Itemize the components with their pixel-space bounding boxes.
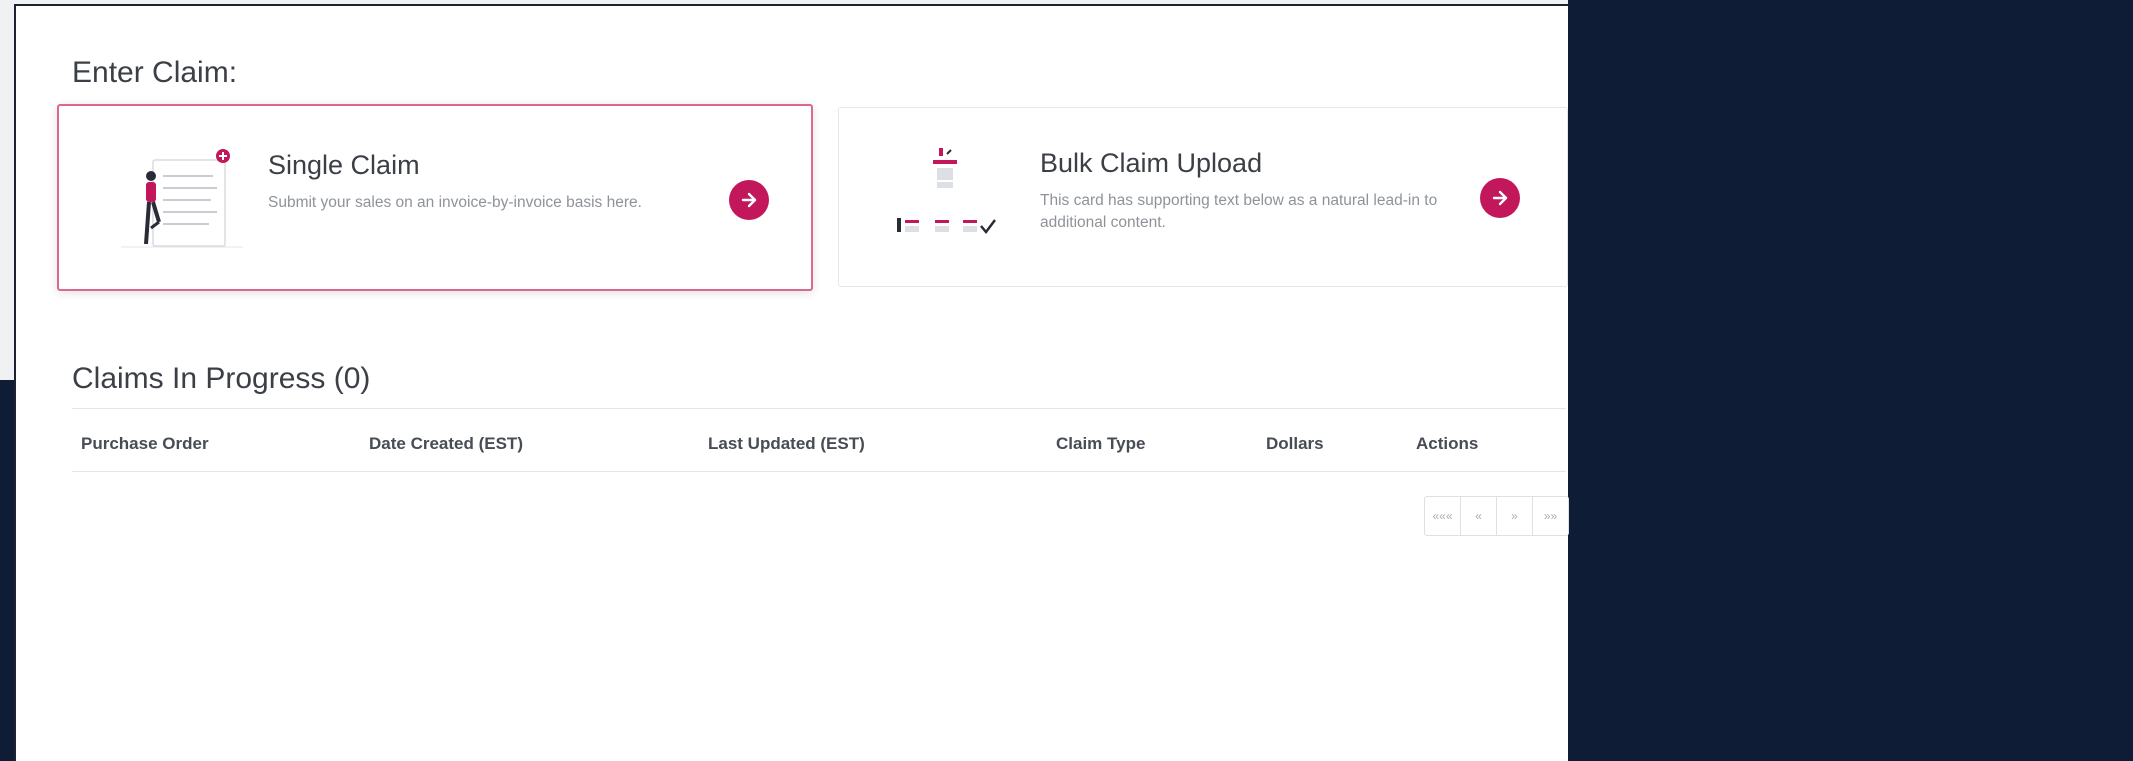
single-claim-title: Single Claim (268, 150, 420, 180)
bulk-claim-arrow-button[interactable] (1480, 178, 1520, 218)
table-top-divider (72, 408, 1566, 409)
pagination-next-button[interactable]: » (1497, 497, 1533, 535)
table-header-divider (72, 471, 1566, 472)
claims-panel: Enter Claim: Single Claim Submit your sa… (14, 4, 1569, 761)
column-header-claim-type[interactable]: Claim Type (1056, 434, 1145, 454)
pagination-last-button[interactable]: »» (1533, 497, 1568, 535)
arrow-right-icon (1492, 190, 1508, 206)
claims-in-progress-heading: Claims In Progress (0) (72, 362, 371, 395)
bulk-claim-upload-card[interactable]: Bulk Claim Upload This card has supporti… (838, 107, 1568, 287)
column-header-date-created[interactable]: Date Created (EST) (369, 434, 523, 454)
right-dark-strip (1568, 0, 2133, 761)
arrow-right-icon (741, 192, 757, 208)
single-claim-arrow-button[interactable] (729, 180, 769, 220)
pagination: ««« « » »» (1424, 496, 1569, 536)
column-header-dollars[interactable]: Dollars (1266, 434, 1324, 454)
single-claim-illustration (121, 149, 243, 248)
pagination-first-button[interactable]: ««« (1425, 497, 1461, 535)
enter-claim-heading: Enter Claim: (72, 56, 238, 89)
single-claim-card[interactable]: Single Claim Submit your sales on an inv… (57, 104, 813, 291)
column-header-purchase-order[interactable]: Purchase Order (81, 434, 209, 454)
pagination-prev-button[interactable]: « (1461, 497, 1497, 535)
single-claim-description: Submit your sales on an invoice-by-invoi… (268, 194, 642, 211)
bulk-claim-description: This card has supporting text below as a… (1040, 192, 1438, 231)
bulk-claim-illustration (897, 148, 996, 235)
column-header-last-updated[interactable]: Last Updated (EST) (708, 434, 865, 454)
bulk-claim-title: Bulk Claim Upload (1040, 148, 1263, 178)
column-header-actions: Actions (1416, 434, 1479, 453)
